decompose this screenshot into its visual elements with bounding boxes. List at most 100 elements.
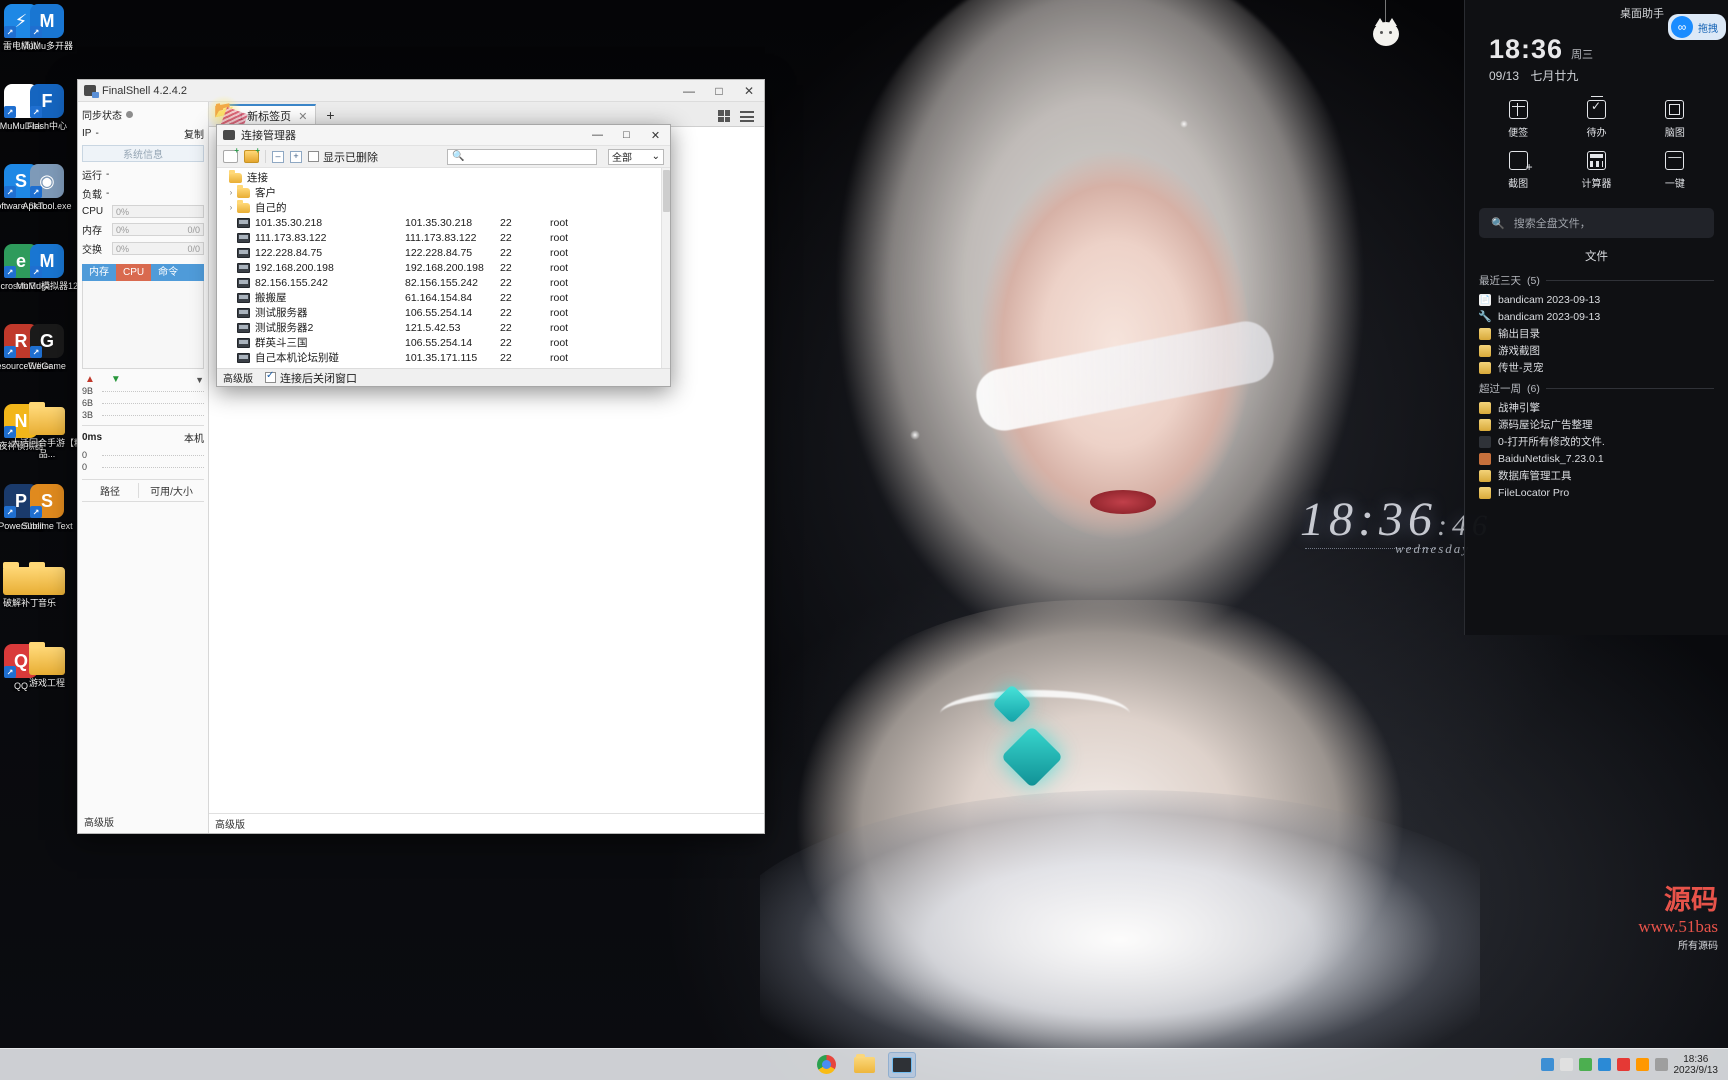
tray-icon-6[interactable] [1635,1058,1649,1071]
connection-folder[interactable]: › 自己的 [217,199,670,215]
tray-icon-5[interactable] [1616,1058,1630,1071]
desktop-helper-panel[interactable]: 桌面助手 ∞ 拖拽 18:36 周三 09/13 七月廿九 便签 待办 脑图截图 计算… [1464,0,1728,635]
process-list[interactable] [82,281,204,369]
tab-cpu[interactable]: CPU [116,264,152,281]
taskbar-file-explorer[interactable] [850,1052,878,1078]
show-deleted-box[interactable] [308,151,319,162]
connection-row[interactable]: 群英斗三国 106.55.254.14 22 root [217,335,670,350]
desktop-icon[interactable]: 大话回合手游【精品... [8,400,86,478]
helper-file-item[interactable]: 战神引擎 [1465,399,1728,416]
expander-icon[interactable]: › [225,188,237,197]
helper-file-item[interactable]: 数据库管理工具 [1465,467,1728,484]
terminal-icon [892,1056,912,1073]
connection-row[interactable]: 测试服务器2 121.5.42.53 22 root [217,320,670,335]
finalshell-process-tabs[interactable]: 内存 CPU 命令 [82,264,204,281]
menu-icon[interactable] [740,111,754,122]
new-tab-button[interactable]: + [326,107,334,123]
taskbar[interactable]: 18:36 2023/9/13 [0,1048,1728,1080]
cm-maximize-button[interactable]: □ [612,125,641,146]
helper-file-item[interactable]: 源码屋论坛广告整理 [1465,416,1728,433]
new-connection-icon[interactable] [223,146,239,163]
connection-row[interactable]: 122.228.84.75 122.228.84.75 22 root [217,245,670,260]
expand-all-icon[interactable]: + [290,150,302,163]
finalshell-title: FinalShell 4.2.4.2 [102,84,187,97]
helper-tool-待办[interactable]: 待办 [1557,94,1635,145]
helper-file-list[interactable]: 最近三天 (5) 📄 bandicam 2023-09-13 🔧 bandicam 202… [1465,268,1728,501]
desktop-icon[interactable]: G ↗ WeGame [8,320,86,398]
helper-search-box[interactable]: 🔍 搜索全盘文件， [1479,208,1714,238]
finalshell-titlebar[interactable]: FinalShell 4.2.4.2 — □ ✕ [78,80,764,102]
taskbar-finalshell[interactable] [888,1051,916,1078]
search-input[interactable] [468,151,592,162]
helper-file-item[interactable]: 🔧 bandicam 2023-09-13 [1465,308,1728,325]
helper-file-item[interactable]: 传世-灵宠 [1465,359,1728,376]
tray-icon-4[interactable] [1597,1058,1611,1071]
desktop-icon[interactable]: M ↗ MuMu模拟器12 [8,240,86,318]
tray-icon-3[interactable] [1578,1058,1592,1071]
desktop-icon[interactable]: ◉ ↗ ApkTool.exe [8,160,86,238]
connection-manager-titlebar[interactable]: 连接管理器 — □ ✕ [217,125,670,146]
system-info-button[interactable]: 系统信息 [82,145,204,162]
helper-tool-脑图[interactable]: 脑图 [1636,94,1714,145]
close-after-connect-box[interactable] [265,370,276,383]
helper-tool-截图[interactable]: 截图 [1479,145,1557,196]
helper-tool-一键[interactable]: 一键 [1636,145,1714,196]
desktop-icon[interactable]: S ↗ Sublime Text [8,480,86,558]
cm-close-button[interactable]: ✕ [641,125,670,146]
search-box[interactable]: 🔍 [447,148,597,165]
connection-list-scrollbar[interactable] [661,168,670,368]
helper-file-item[interactable]: 输出目录 [1465,325,1728,342]
helper-tool-计算器[interactable]: 计算器 [1557,145,1635,196]
connection-row[interactable]: 111.173.83.122 111.173.83.122 22 root [217,230,670,245]
taskbar-tray[interactable]: 18:36 2023/9/13 [1540,1054,1728,1076]
helper-file-item[interactable]: FileLocator Pro [1465,484,1728,501]
connection-row[interactable]: 测试服务器 106.55.254.14 22 root [217,305,670,320]
taskbar-apps[interactable] [812,1051,916,1078]
connection-row[interactable]: 82.156.155.242 82.156.155.242 22 root [217,275,670,290]
tab-memory[interactable]: 内存 [82,264,116,281]
connection-list[interactable]: 连接 › 客户 › 自己的 101.35.30.218 101.35.30.218 22 roo… [217,168,670,368]
helper-file-name: 源码屋论坛广告整理 [1498,419,1593,431]
maximize-button[interactable]: □ [704,80,734,102]
expander-icon[interactable]: › [225,203,237,212]
desktop-icon[interactable]: M ↗ MuMu多开器 [8,0,86,78]
helper-file-item[interactable]: 📄 bandicam 2023-09-13 [1465,291,1728,308]
connection-row[interactable]: 101.35.30.218 101.35.30.218 22 root [217,215,670,230]
helper-drag-pill[interactable]: ∞ 拖拽 [1668,14,1726,40]
helper-file-item[interactable]: 0-打开所有修改的文件. [1465,433,1728,450]
taskbar-clock[interactable]: 18:36 2023/9/13 [1674,1054,1719,1076]
tab-command[interactable]: 命令 [151,264,204,281]
helper-file-item[interactable]: BaiduNetdisk_7.23.0.1 [1465,450,1728,467]
tab-close-icon[interactable]: ✕ [298,110,307,123]
connection-root-folder[interactable]: 连接 [217,169,670,185]
connection-row[interactable]: 搬搬屋 61.164.154.84 22 root [217,290,670,305]
close-button[interactable]: ✕ [734,80,764,102]
helper-tools-grid[interactable]: 便签 待办 脑图截图 计算器 一键 [1465,84,1728,200]
connection-row[interactable]: 192.168.200.198 192.168.200.198 22 root [217,260,670,275]
grid-view-icon[interactable] [718,110,730,122]
new-folder-icon[interactable] [244,146,260,163]
connection-manager-toolbar[interactable]: – + 显示已删除 🔍 全部 ⌄ [217,146,670,168]
desktop-icon[interactable]: 音乐 [8,560,86,638]
expand-arrow-icon[interactable]: ▼ [195,375,204,385]
taskbar-chrome[interactable] [812,1052,840,1078]
close-after-connect-checkbox[interactable]: 连接后关闭窗口 [265,370,357,386]
tray-icon-2[interactable] [1559,1058,1573,1071]
tray-icon-7[interactable] [1654,1058,1668,1071]
scrollbar-thumb[interactable] [663,170,670,212]
filter-dropdown[interactable]: 全部 ⌄ [608,148,664,165]
minimize-button[interactable]: — [674,80,704,102]
helper-tool-便签[interactable]: 便签 [1479,94,1557,145]
connection-folder[interactable]: › 客户 [217,184,670,200]
desktop-icon[interactable]: F ↗ Flash中心 [8,80,86,158]
copy-button[interactable]: 复制 [184,126,204,141]
desktop-icon[interactable]: 游戏工程 [8,640,86,718]
show-deleted-checkbox[interactable]: 显示已删除 [308,149,378,165]
collapse-all-icon[interactable]: – [272,150,284,163]
connection-manager-dialog[interactable]: 连接管理器 — □ ✕ – + 显示已删除 🔍 全部 ⌄ [216,124,671,387]
connection-row[interactable]: 自己本机论坛别碰 101.35.171.115 22 root [217,350,670,365]
helper-file-item[interactable]: 游戏截图 [1465,342,1728,359]
cm-minimize-button[interactable]: — [583,125,612,146]
folder-icon [853,1053,875,1073]
tray-icon-1[interactable] [1540,1058,1554,1071]
